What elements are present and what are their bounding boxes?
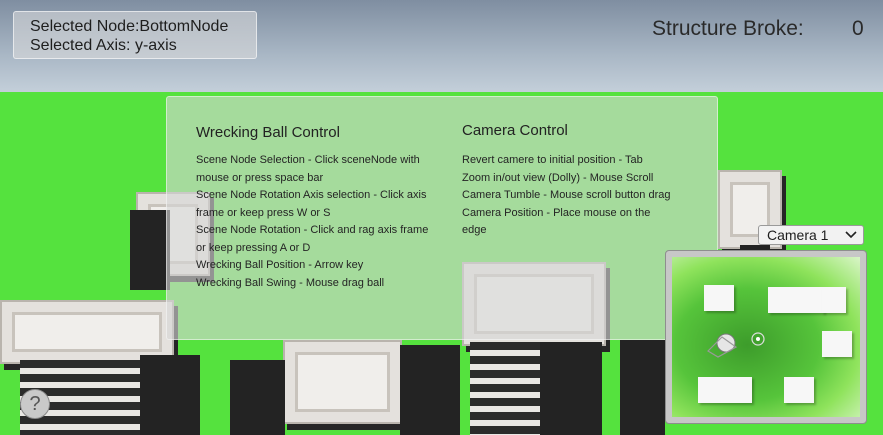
- minimap-view[interactable]: [665, 250, 867, 424]
- selection-info-panel: Selected Node:BottomNode Selected Axis: …: [13, 11, 257, 59]
- help-line: Scene Node Rotation - Click and rag axis…: [196, 224, 429, 236]
- minimap-building: [704, 285, 734, 311]
- help-line: Scene Node Selection - Click sceneNode w…: [196, 154, 420, 166]
- building-facade: [470, 342, 540, 435]
- help-line: Zoom in/out view (Dolly) - Mouse Scroll: [462, 171, 654, 184]
- structure-broke-label: Structure Broke:: [652, 17, 804, 40]
- wrecking-ball-control-list: Scene Node Selection - Click sceneNode w…: [196, 152, 428, 292]
- wrecking-ball-control-title: Wrecking Ball Control: [196, 124, 340, 141]
- selected-axis-text: Selected Axis: y-axis: [30, 37, 177, 54]
- building: [283, 340, 402, 424]
- camera-select-value: Camera 1: [767, 227, 829, 243]
- help-line: Camera Tumble - Mouse scroll button drag: [462, 189, 671, 201]
- minimap-building: [822, 331, 852, 357]
- help-line: Camera Position - Place mouse on the: [462, 206, 651, 219]
- building-wall: [620, 340, 665, 435]
- help-line: edge: [462, 224, 487, 236]
- help-button[interactable]: ?: [20, 389, 50, 419]
- controls-help-panel: Wrecking Ball Control Scene Node Selecti…: [166, 96, 718, 340]
- building-wall: [130, 210, 170, 290]
- building-wall: [140, 355, 200, 435]
- selected-node-text: Selected Node:BottomNode: [30, 18, 229, 35]
- structure-broke-count: 0: [852, 17, 864, 40]
- help-line: Revert camere to initial position - Tab: [462, 154, 643, 166]
- minimap-building: [784, 377, 814, 403]
- help-line: or keep pressing A or D: [196, 241, 311, 254]
- chevron-down-icon: [845, 226, 857, 249]
- camera-control-title: Camera Control: [462, 122, 568, 139]
- wrecking-ball-icon: [707, 332, 765, 358]
- camera-control-list: Revert camere to initial position - Tab …: [462, 152, 670, 240]
- building-wall: [230, 360, 285, 435]
- help-line: Wrecking Ball Swing - Mouse drag ball: [196, 276, 385, 289]
- minimap-ground: [672, 257, 860, 417]
- minimap-building: [768, 287, 824, 313]
- minimap-building: [698, 377, 752, 403]
- help-line: frame or keep press W or S: [196, 206, 331, 219]
- building-wall: [540, 342, 602, 435]
- help-line: Wrecking Ball Position - Arrow key: [196, 259, 364, 271]
- camera-select[interactable]: Camera 1: [758, 225, 864, 245]
- help-line: Scene Node Rotation Axis selection - Cli…: [196, 189, 427, 201]
- minimap-building: [822, 287, 846, 313]
- building-wall: [400, 345, 460, 435]
- help-line: mouse or press space bar: [196, 171, 324, 184]
